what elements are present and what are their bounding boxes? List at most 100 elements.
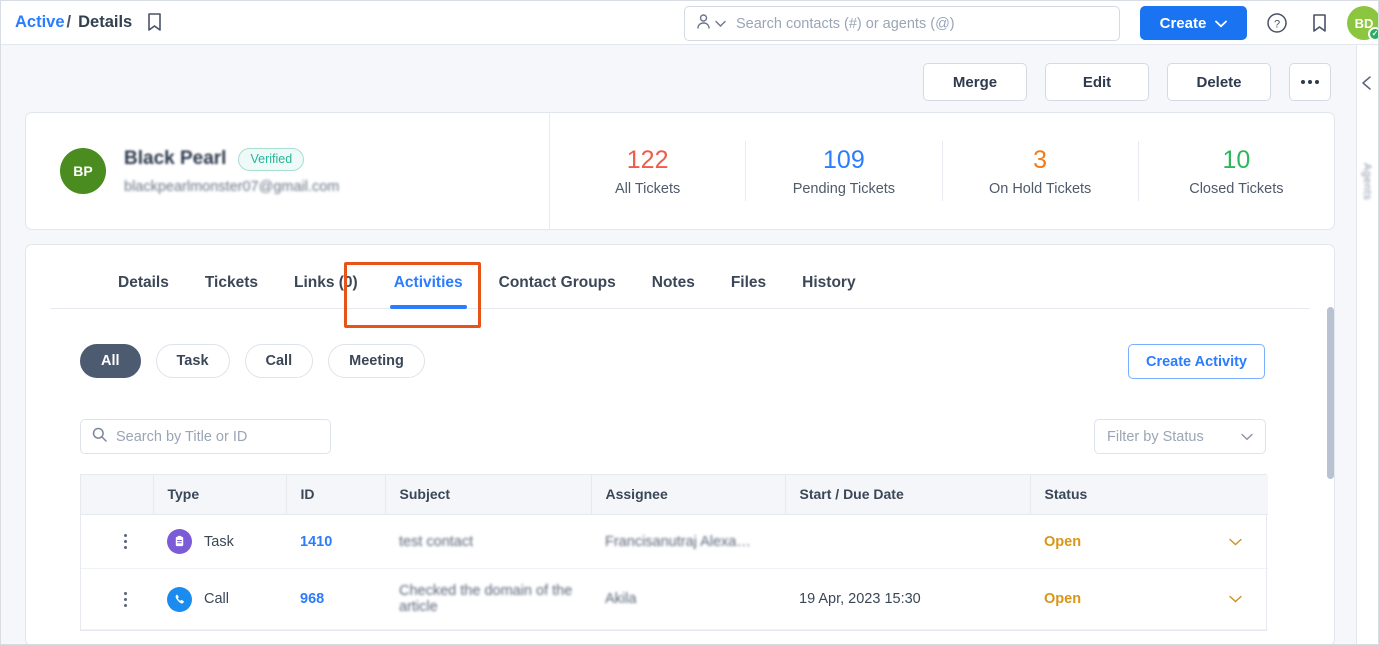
more-options-icon[interactable]: [1289, 63, 1331, 101]
contact-email: blackpearlmonster07@gmail.com: [124, 179, 339, 195]
breadcrumb-active[interactable]: Active: [15, 13, 65, 32]
column-header-type[interactable]: Type: [153, 475, 286, 515]
chevron-down-icon[interactable]: [715, 15, 726, 33]
tab-tickets[interactable]: Tickets: [187, 257, 276, 309]
create-button-label: Create: [1160, 15, 1207, 32]
top-bar: Active / Details Create ?: [1, 1, 1378, 45]
breadcrumb-separator: /: [67, 13, 72, 32]
activity-filter-all[interactable]: All: [80, 344, 141, 378]
table-row[interactable]: Task 1410 test contact Francisanutraj Alexa…: [81, 515, 1268, 569]
activity-filter-task[interactable]: Task: [156, 344, 230, 378]
stat-value: 122: [550, 145, 745, 176]
tab-label: History: [802, 274, 855, 292]
online-status-badge: ✓: [1368, 27, 1379, 41]
tab-activities[interactable]: Activities: [376, 257, 481, 309]
status-badge: Open: [1044, 534, 1081, 550]
column-header-menu: [81, 475, 153, 515]
chevron-down-icon: [1215, 15, 1227, 32]
activity-type-label: Task: [204, 534, 234, 550]
status-filter-label: Filter by Status: [1107, 429, 1204, 445]
contact-avatar: BP: [60, 148, 106, 194]
stat-label: Closed Tickets: [1139, 181, 1334, 197]
activity-date: 19 Apr, 2023 15:30: [799, 591, 921, 607]
tab-links-0[interactable]: Links (0): [276, 257, 376, 309]
tab-contact-groups[interactable]: Contact Groups: [481, 257, 634, 309]
search-icon: [92, 427, 107, 447]
contact-identity: BP Black Pearl Verified blackpearlmonste…: [26, 113, 550, 229]
chevron-down-icon: [1241, 429, 1253, 445]
column-header-id[interactable]: ID: [286, 475, 385, 515]
contact-avatar-initials: BP: [73, 163, 92, 179]
tab-bar: Details Tickets Links (0) Activities Contact…: [50, 257, 1310, 309]
activity-search-input[interactable]: [116, 429, 319, 445]
activity-id-link[interactable]: 968: [300, 591, 324, 607]
right-sidebar-label: Agents: [1361, 163, 1373, 200]
activity-subject: Checked the domain of the article: [399, 583, 572, 615]
activity-assignee: Akila: [605, 591, 636, 607]
activity-id-link[interactable]: 1410: [300, 534, 332, 550]
bookmark-icon[interactable]: [1307, 11, 1331, 35]
tab-label: Activities: [394, 274, 463, 292]
svg-text:?: ?: [1274, 19, 1280, 31]
stat-pending-tickets[interactable]: 109 Pending Tickets: [746, 141, 942, 201]
tab-label: Notes: [652, 274, 695, 292]
status-filter-dropdown[interactable]: Filter by Status: [1094, 419, 1266, 454]
activity-filter-meeting[interactable]: Meeting: [328, 344, 425, 378]
column-header-subject[interactable]: Subject: [385, 475, 591, 515]
breadcrumb: Active / Details: [1, 13, 162, 32]
kebab-menu-icon[interactable]: [117, 534, 133, 549]
status-badge: Open: [1044, 591, 1081, 607]
stat-label: On Hold Tickets: [943, 181, 1138, 197]
column-header-assignee[interactable]: Assignee: [591, 475, 785, 515]
activity-search[interactable]: [80, 419, 331, 454]
create-button[interactable]: Create: [1140, 6, 1247, 40]
activity-type-filters: All Task Call Meeting: [80, 344, 425, 378]
help-icon[interactable]: ?: [1265, 11, 1289, 35]
stat-label: All Tickets: [550, 181, 745, 197]
tab-details[interactable]: Details: [100, 257, 187, 309]
table-row[interactable]: Call 968 Checked the domain of the article…: [81, 569, 1268, 630]
column-header-status[interactable]: Status: [1030, 475, 1268, 515]
clipboard-icon: [167, 529, 192, 554]
activities-table: Type ID Subject Assignee Start / Due Dat…: [80, 474, 1267, 631]
chevron-down-icon[interactable]: [1229, 591, 1242, 607]
person-icon: [695, 13, 712, 35]
stat-value: 3: [943, 145, 1138, 176]
stat-closed-tickets[interactable]: 10 Closed Tickets: [1139, 141, 1334, 201]
ticket-stats: 122 All Tickets 109 Pending Tickets 3 On…: [550, 113, 1334, 229]
tab-files[interactable]: Files: [713, 257, 784, 309]
tab-history[interactable]: History: [784, 257, 873, 309]
activity-type-label: Call: [204, 591, 229, 607]
activity-subject: test contact: [399, 534, 473, 550]
stat-all-tickets[interactable]: 122 All Tickets: [550, 141, 746, 201]
chevron-left-icon[interactable]: [1360, 75, 1374, 96]
edit-button[interactable]: Edit: [1045, 63, 1149, 101]
create-activity-button[interactable]: Create Activity: [1128, 344, 1265, 379]
tab-notes[interactable]: Notes: [634, 257, 713, 309]
activity-filter-label: Call: [266, 353, 293, 369]
chevron-down-icon[interactable]: [1229, 534, 1242, 550]
activity-assignee: Francisanutraj Alexa…: [605, 534, 751, 550]
app-window: Active / Details Create ?: [0, 0, 1379, 645]
avatar[interactable]: BD ✓: [1347, 6, 1379, 40]
merge-button[interactable]: Merge: [923, 63, 1027, 101]
contact-summary-card: BP Black Pearl Verified blackpearlmonste…: [25, 112, 1335, 230]
delete-button[interactable]: Delete: [1167, 63, 1271, 101]
tab-label: Links (0): [294, 274, 358, 292]
breadcrumb-current: Details: [78, 13, 132, 32]
search-input[interactable]: [736, 16, 1109, 32]
column-header-date[interactable]: Start / Due Date: [785, 475, 1030, 515]
panel-scrollbar[interactable]: [1327, 307, 1334, 479]
activity-filter-label: All: [101, 353, 120, 369]
record-actions: Merge Edit Delete: [923, 63, 1331, 101]
activity-filter-call[interactable]: Call: [245, 344, 314, 378]
table-header-row: Type ID Subject Assignee Start / Due Dat…: [81, 475, 1268, 515]
activity-filter-label: Meeting: [349, 353, 404, 369]
global-search[interactable]: [684, 6, 1120, 41]
phone-icon: [167, 587, 192, 612]
bookmark-icon[interactable]: [147, 13, 162, 32]
stat-on-hold-tickets[interactable]: 3 On Hold Tickets: [943, 141, 1139, 201]
kebab-menu-icon[interactable]: [117, 592, 133, 607]
tab-label: Tickets: [205, 274, 258, 292]
contact-name: Black Pearl: [124, 148, 226, 170]
